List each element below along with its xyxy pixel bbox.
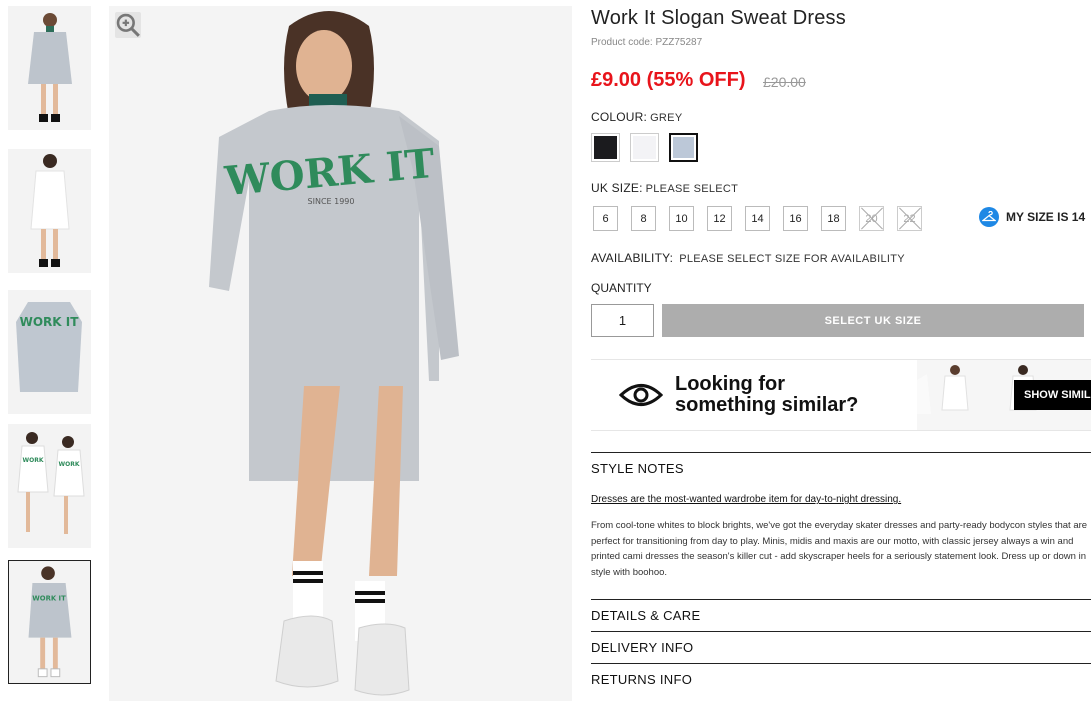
delivery-info-accordion[interactable]: DELIVERY INFO — [591, 631, 1091, 655]
style-notes-heading[interactable]: STYLE NOTES — [591, 452, 1091, 476]
main-product-image[interactable]: WORK IT SINCE 1990 — [109, 6, 572, 701]
show-similar-button[interactable]: SHOW SIMILAR — [1014, 380, 1091, 410]
size-option-20: 20 — [859, 206, 884, 231]
size-option-16[interactable]: 16 — [783, 206, 808, 231]
size-option-12[interactable]: 12 — [707, 206, 732, 231]
style-notes-body: From cool-tone whites to block brights, … — [591, 520, 1088, 578]
size-option-14[interactable]: 14 — [745, 206, 770, 231]
details-care-accordion[interactable]: DETAILS & CARE — [591, 599, 1091, 623]
availability-label: AVAILABILITY: — [591, 251, 674, 265]
svg-text:WORK: WORK — [23, 457, 44, 464]
sale-price: £9.00 (55% OFF) — [591, 69, 746, 91]
size-row: UK SIZE: PLEASE SELECT — [591, 181, 738, 195]
model-photo: WORK IT SINCE 1990 — [109, 6, 572, 701]
select-size-button[interactable]: SELECT UK SIZE — [662, 304, 1084, 337]
zoom-in-icon[interactable] — [115, 12, 141, 38]
product-details-panel: Work It Slogan Sweat Dress Product code:… — [591, 0, 1091, 707]
similar-line-2: something similar? — [675, 394, 859, 416]
thumbnail-2[interactable] — [8, 149, 91, 273]
thumbnail-3[interactable]: WORK IT — [8, 290, 91, 414]
svg-text:WORK IT: WORK IT — [20, 315, 80, 329]
my-size-label: MY SIZE IS 14 — [1006, 210, 1086, 224]
size-label: UK SIZE: — [591, 181, 643, 195]
swatch-white[interactable] — [630, 133, 659, 162]
size-option-22: 22 — [897, 206, 922, 231]
original-price: £20.00 — [763, 74, 806, 90]
swatch-black[interactable] — [591, 133, 620, 162]
product-title: Work It Slogan Sweat Dress — [591, 7, 846, 29]
thumbnail-4[interactable]: WORK WORK — [8, 424, 91, 548]
size-options: 6 8 10 12 14 16 18 20 22 — [593, 206, 922, 231]
size-option-10[interactable]: 10 — [669, 206, 694, 231]
quantity-input[interactable]: 1 — [591, 304, 654, 337]
size-value: PLEASE SELECT — [645, 183, 739, 195]
size-option-6[interactable]: 6 — [593, 206, 618, 231]
quantity-label: QUANTITY — [591, 281, 652, 295]
print-sub-text: SINCE 1990 — [308, 197, 355, 206]
thumbnail-1[interactable] — [8, 6, 91, 130]
hanger-icon — [979, 207, 999, 227]
similar-text: Looking for something similar? — [675, 374, 858, 416]
size-option-18[interactable]: 18 — [821, 206, 846, 231]
style-notes-lead[interactable]: Dresses are the most-wanted wardrobe ite… — [591, 494, 901, 505]
thumbnail-5[interactable]: WORK IT — [8, 560, 91, 684]
availability-row: AVAILABILITY: PLEASE SELECT SIZE FOR AVAI… — [591, 251, 905, 265]
svg-text:WORK IT: WORK IT — [32, 595, 66, 603]
similar-line-1: Looking for — [675, 373, 785, 395]
returns-info-accordion[interactable]: RETURNS INFO — [591, 663, 1091, 687]
my-size-link[interactable]: MY SIZE IS 14 — [979, 207, 1085, 227]
product-code: Product code: PZZ75287 — [591, 37, 703, 48]
colour-swatches — [591, 133, 698, 162]
colour-row: COLOUR: GREY — [591, 110, 682, 124]
similar-banner[interactable]: Looking for something similar? SHOW SIMI… — [591, 359, 1091, 431]
size-option-8[interactable]: 8 — [631, 206, 656, 231]
eye-icon — [619, 384, 663, 406]
availability-value: PLEASE SELECT SIZE FOR AVAILABILITY — [679, 253, 905, 265]
svg-text:WORK: WORK — [59, 461, 80, 468]
colour-label: COLOUR: — [591, 110, 648, 124]
colour-value: GREY — [650, 112, 683, 124]
swatch-grey[interactable] — [669, 133, 698, 162]
